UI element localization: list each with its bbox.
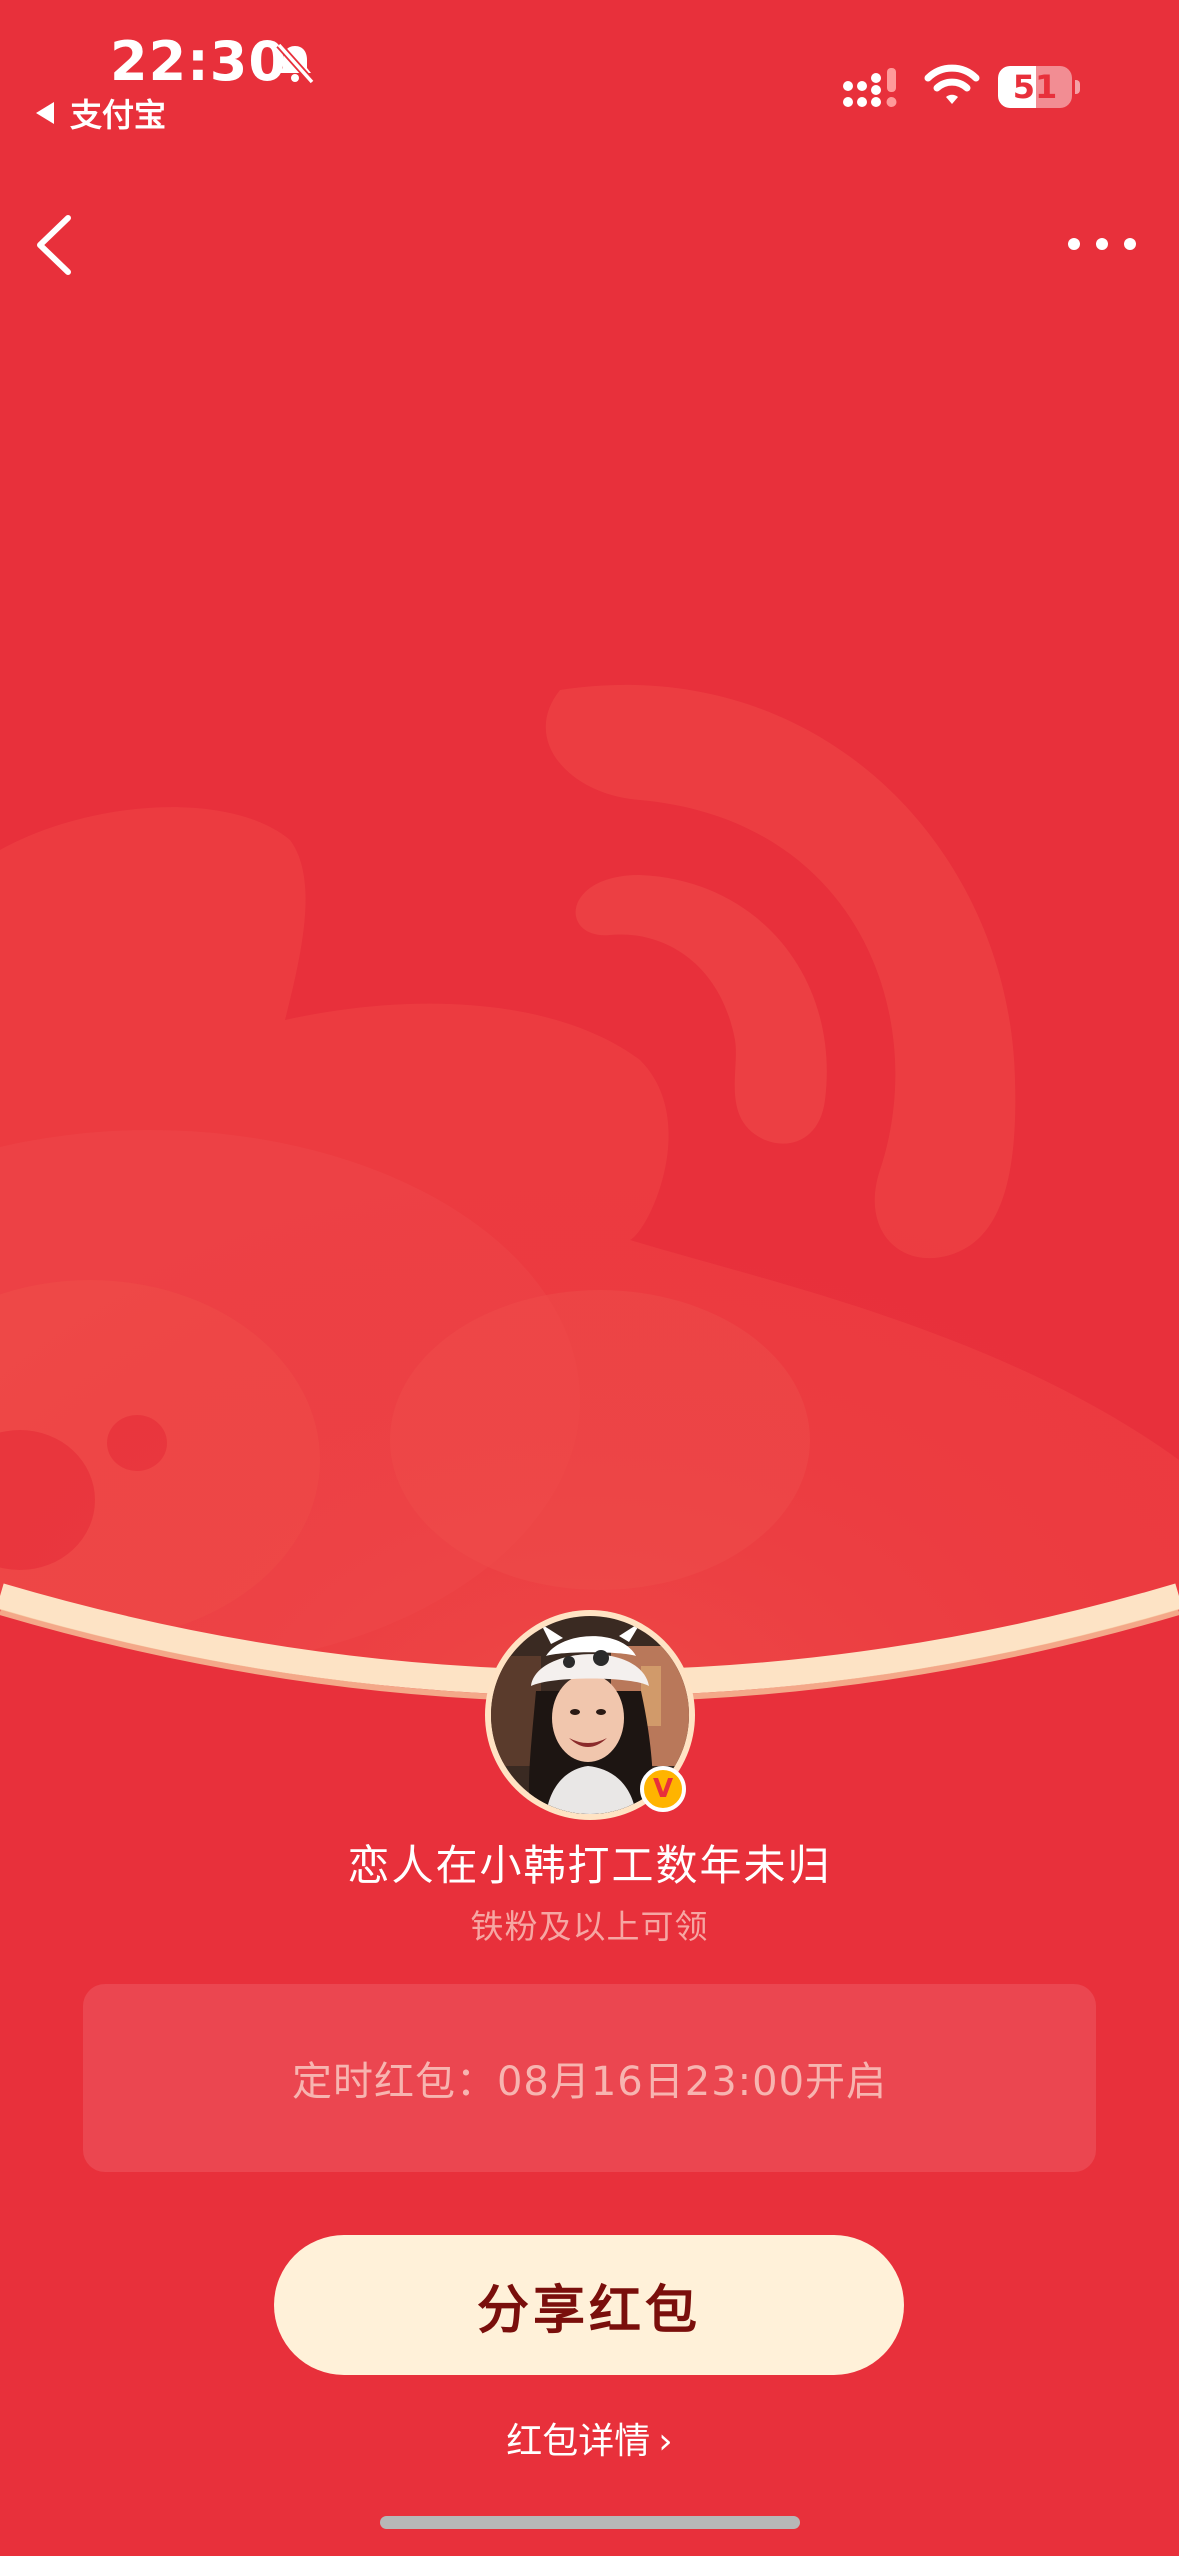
red-packet-details-link[interactable]: 红包详情 ›: [0, 2412, 1179, 2464]
wifi-icon: [924, 64, 980, 104]
status-time: 22:30: [110, 30, 287, 93]
chevron-right-icon: ›: [658, 2421, 673, 2462]
claim-condition: 铁粉及以上可领: [470, 1907, 709, 1946]
timer-text: 定时红包：08月16日23:00开启: [291, 2059, 888, 2105]
signal-icon: [843, 68, 897, 107]
timer-notice: 定时红包：08月16日23:00开启: [83, 1984, 1096, 2172]
red-packet-screen: 22:30 支付宝 51 V 恋人在小韩打工数年未归 铁粉及以上可领 定时红包：…: [0, 0, 1179, 2556]
bell-slash-icon: [276, 42, 315, 85]
verified-badge-label: V: [652, 1774, 674, 1804]
more-dots-icon[interactable]: [1062, 224, 1142, 264]
battery-body: 51: [998, 66, 1072, 108]
home-indicator[interactable]: [380, 2516, 800, 2529]
verified-badge-icon: V: [640, 1766, 686, 1812]
sender-name: 恋人在小韩打工数年未归: [347, 1841, 832, 1890]
background-decoration: [0, 0, 1179, 1760]
back-triangle-icon: [36, 102, 54, 124]
battery-indicator: 51: [998, 66, 1080, 108]
back-to-app-link[interactable]: 支付宝: [36, 90, 166, 136]
share-red-packet-button[interactable]: 分享红包: [274, 2235, 904, 2375]
back-app-label: 支付宝: [70, 96, 167, 134]
status-bar: 22:30 支付宝 51: [0, 0, 1179, 140]
chevron-left-icon[interactable]: [30, 210, 80, 280]
details-link-label: 红包详情: [506, 2421, 651, 2462]
share-button-label: 分享红包: [476, 2281, 701, 2340]
battery-cap: [1075, 80, 1080, 94]
battery-level: 51: [1012, 68, 1058, 106]
